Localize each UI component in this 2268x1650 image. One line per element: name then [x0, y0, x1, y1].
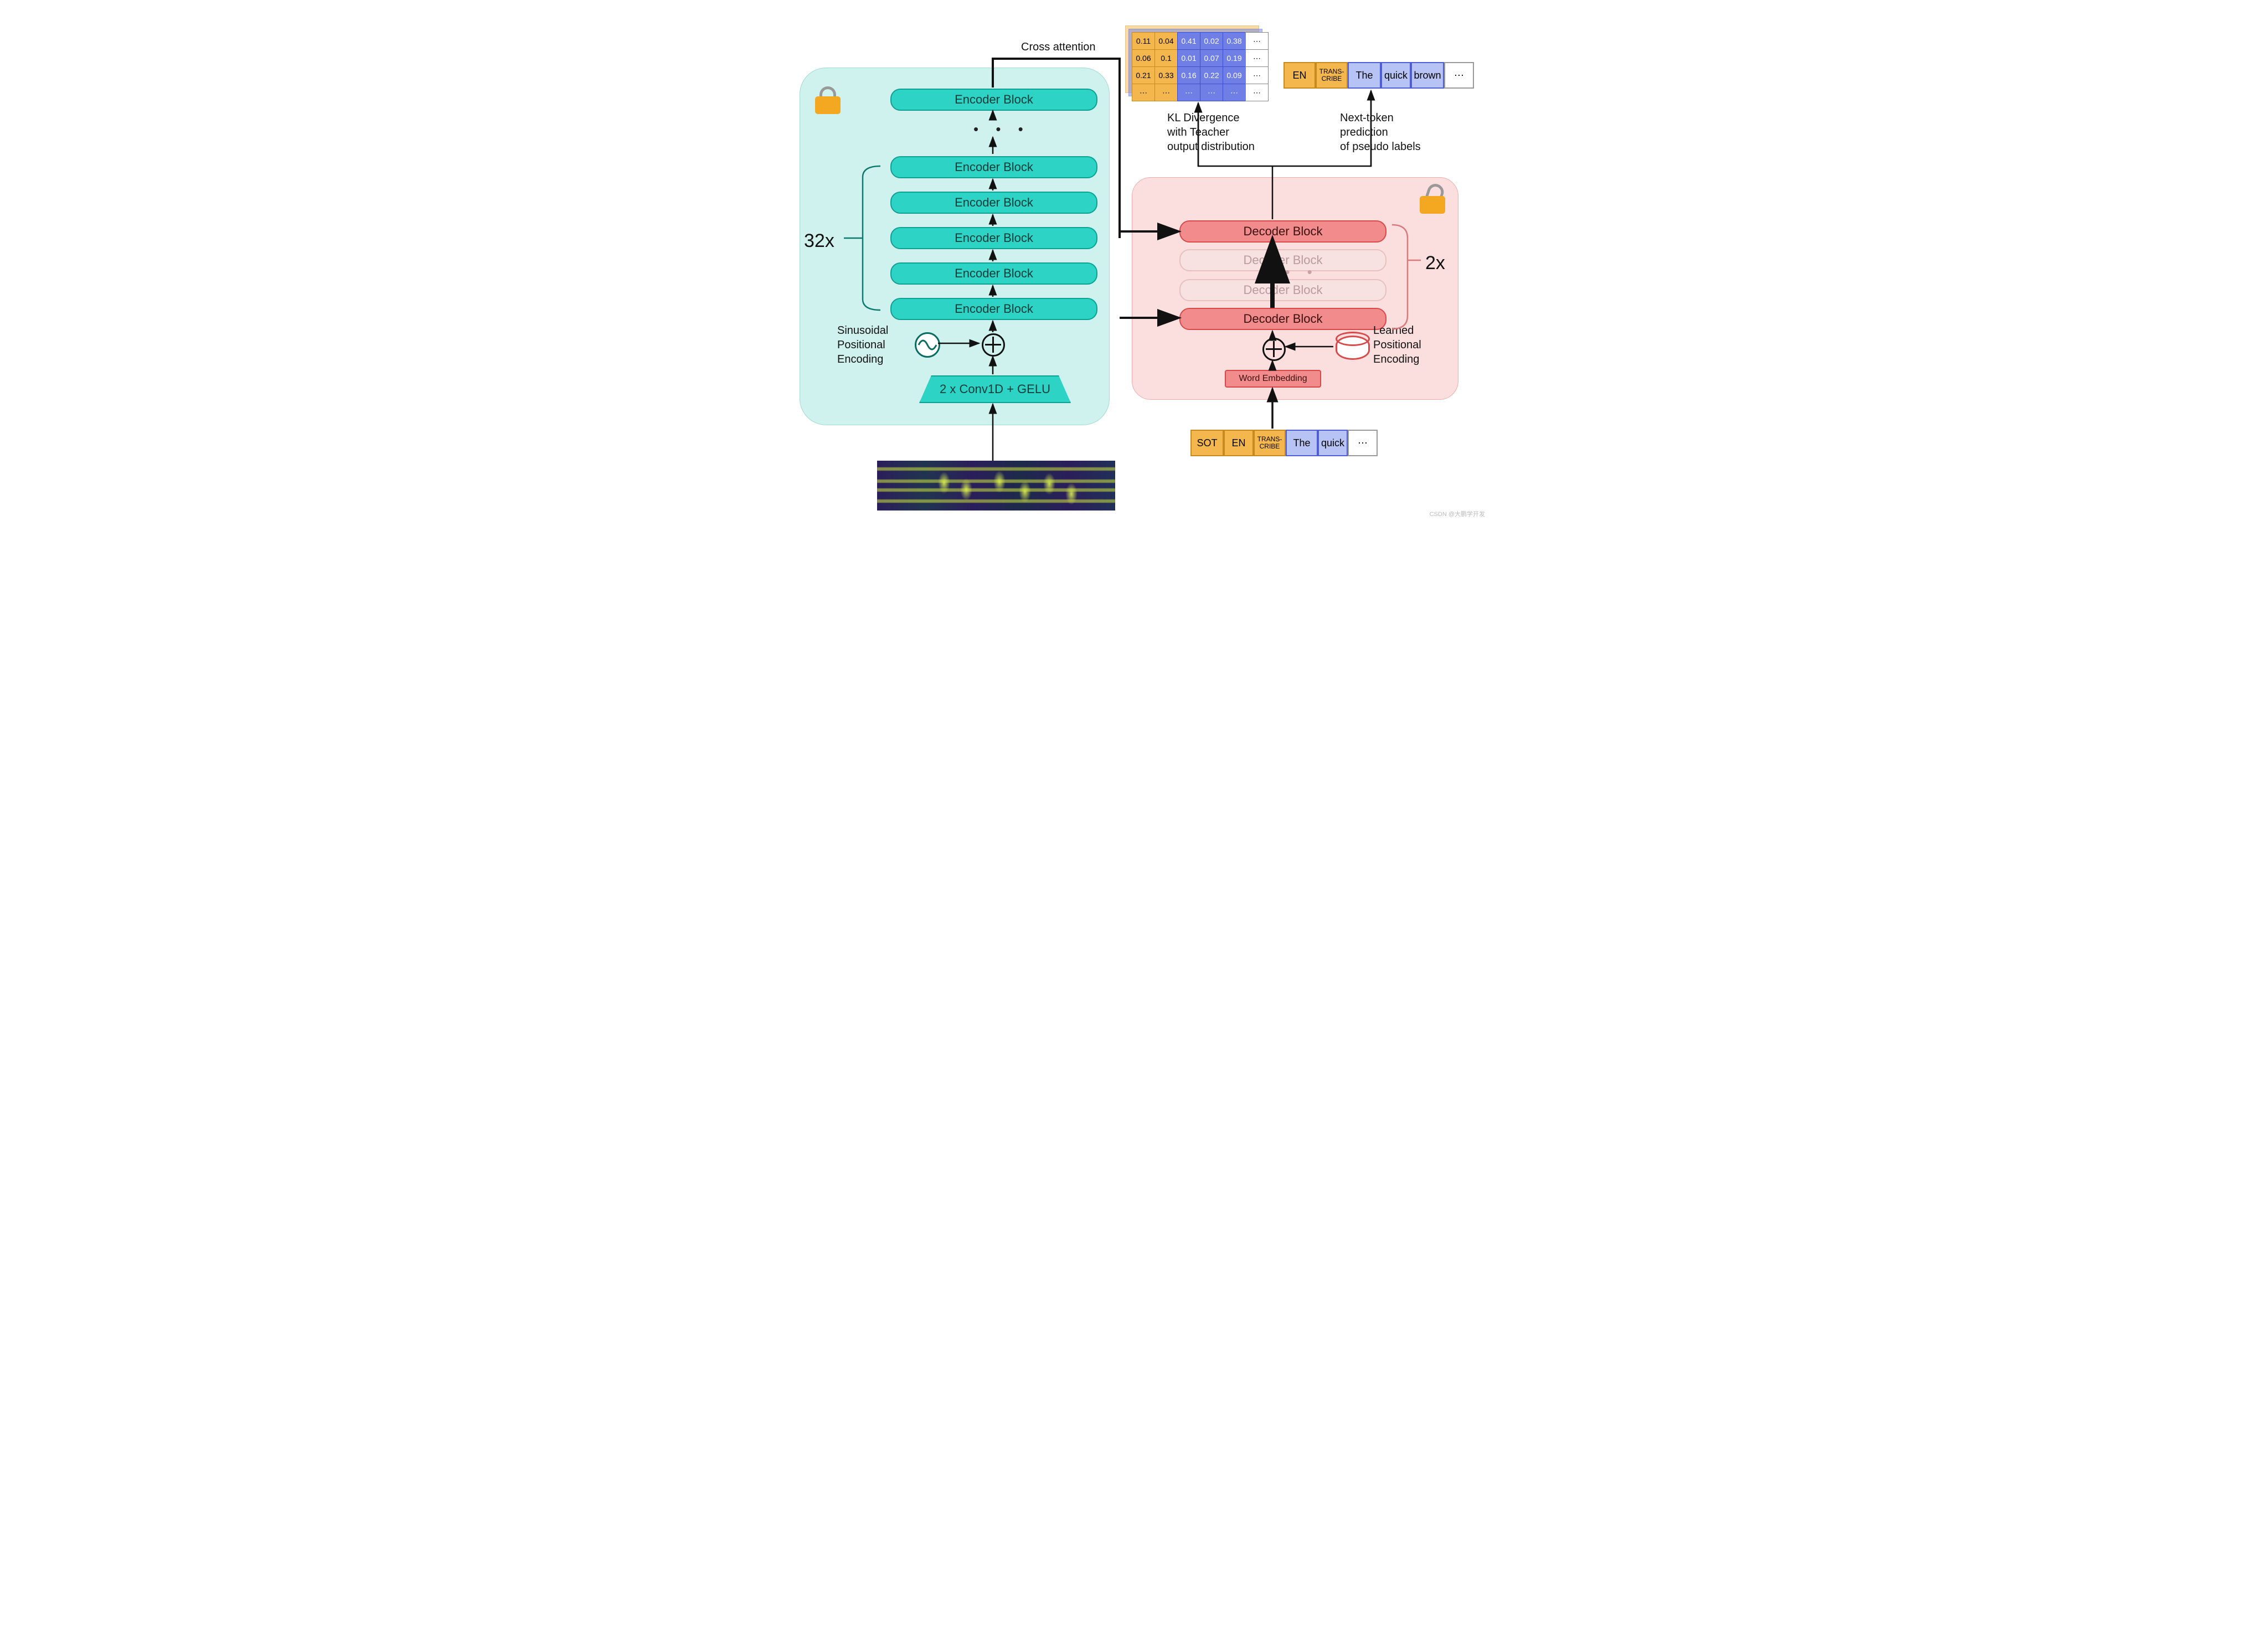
spectrogram-input	[877, 461, 1115, 511]
matrix-cell: ⋯	[1154, 84, 1178, 101]
matrix-cell: 0.38	[1223, 32, 1246, 50]
matrix-cell: ⋯	[1245, 32, 1269, 50]
encoder-block-1: Encoder Block	[890, 298, 1097, 320]
oplus-encoder-icon	[982, 333, 1005, 357]
sinusoidal-pe-label: Sinusoidal Positional Encoding	[837, 323, 888, 367]
token-cell: TRANS- CRIBE	[1316, 62, 1348, 89]
sine-icon	[915, 332, 940, 358]
word-embedding-block: Word Embedding	[1225, 370, 1321, 388]
encoder-block-4: Encoder Block	[890, 192, 1097, 214]
matrix-cell: 0.33	[1154, 66, 1178, 84]
token-cell: quick	[1381, 62, 1411, 89]
encoder-block-3: Encoder Block	[890, 227, 1097, 249]
conv-gelu-block: 2 x Conv1D + GELU	[919, 375, 1071, 403]
matrix-cell: 0.01	[1177, 49, 1200, 67]
decoder-block-bottom: Decoder Block	[1179, 308, 1386, 330]
kl-divergence-label: KL Divergence with Teacher output distri…	[1167, 111, 1255, 154]
decoder-multiplier: 2x	[1425, 252, 1445, 274]
matrix-cell: 0.1	[1154, 49, 1178, 67]
watermark: CSDN @大鹏学开发	[1430, 509, 1485, 518]
token-cell: ⋯	[1348, 430, 1378, 456]
matrix-cell: ⋯	[1177, 84, 1200, 101]
matrix-cell: 0.11	[1132, 32, 1155, 50]
matrix-cell: 0.21	[1132, 66, 1155, 84]
matrix-cell: 0.09	[1223, 66, 1246, 84]
matrix-cell: 0.19	[1223, 49, 1246, 67]
matrix-cell: 0.07	[1200, 49, 1223, 67]
matrix-cell: ⋯	[1245, 66, 1269, 84]
matrix-cell: 0.16	[1177, 66, 1200, 84]
matrix-cell: 0.02	[1200, 32, 1223, 50]
matrix-cell: ⋯	[1200, 84, 1223, 101]
lock-closed-icon	[815, 86, 841, 114]
matrix-cell: 0.41	[1177, 32, 1200, 50]
token-cell: SOT	[1190, 430, 1224, 456]
token-cell: EN	[1284, 62, 1316, 89]
token-cell: The	[1348, 62, 1381, 89]
token-cell: EN	[1224, 430, 1254, 456]
diagram-canvas: Encoder Block • • • Encoder Block Encode…	[780, 0, 1488, 520]
token-cell: TRANS- CRIBE	[1254, 430, 1286, 456]
matrix-cell: ⋯	[1223, 84, 1246, 101]
prob-matrix: 0.110.040.410.020.38⋯0.060.10.010.070.19…	[1132, 32, 1268, 101]
matrix-cell: 0.06	[1132, 49, 1155, 67]
encoder-block-2: Encoder Block	[890, 262, 1097, 285]
encoder-block-5: Encoder Block	[890, 156, 1097, 178]
token-cell: The	[1286, 430, 1318, 456]
decoder-block-faded-2: Decoder Block	[1179, 279, 1386, 301]
matrix-cell: ⋯	[1245, 49, 1269, 67]
input-token-row: SOTENTRANS- CRIBEThequick⋯	[1190, 430, 1378, 456]
learned-pe-icon	[1336, 336, 1370, 360]
matrix-cell: 0.04	[1154, 32, 1178, 50]
matrix-cell: 0.22	[1200, 66, 1223, 84]
output-token-row: ENTRANS- CRIBEThequickbrown⋯	[1284, 62, 1474, 89]
encoder-block-top: Encoder Block	[890, 89, 1097, 111]
token-cell: brown	[1411, 62, 1444, 89]
lock-open-icon	[1420, 186, 1445, 214]
token-cell: ⋯	[1444, 62, 1474, 89]
next-token-label: Next-token prediction of pseudo labels	[1340, 111, 1421, 154]
learned-pe-label: Learned Positional Encoding	[1373, 323, 1421, 367]
cross-attention-label: Cross attention	[1021, 40, 1096, 54]
matrix-cell: ⋯	[1132, 84, 1155, 101]
encoder-multiplier: 32x	[804, 230, 834, 252]
decoder-block-top: Decoder Block	[1179, 220, 1386, 243]
decoder-ellipsis: • • •	[1262, 264, 1319, 281]
token-cell: quick	[1318, 430, 1348, 456]
matrix-cell: ⋯	[1245, 84, 1269, 101]
oplus-decoder-icon	[1262, 338, 1286, 361]
encoder-ellipsis: • • •	[973, 121, 1030, 138]
